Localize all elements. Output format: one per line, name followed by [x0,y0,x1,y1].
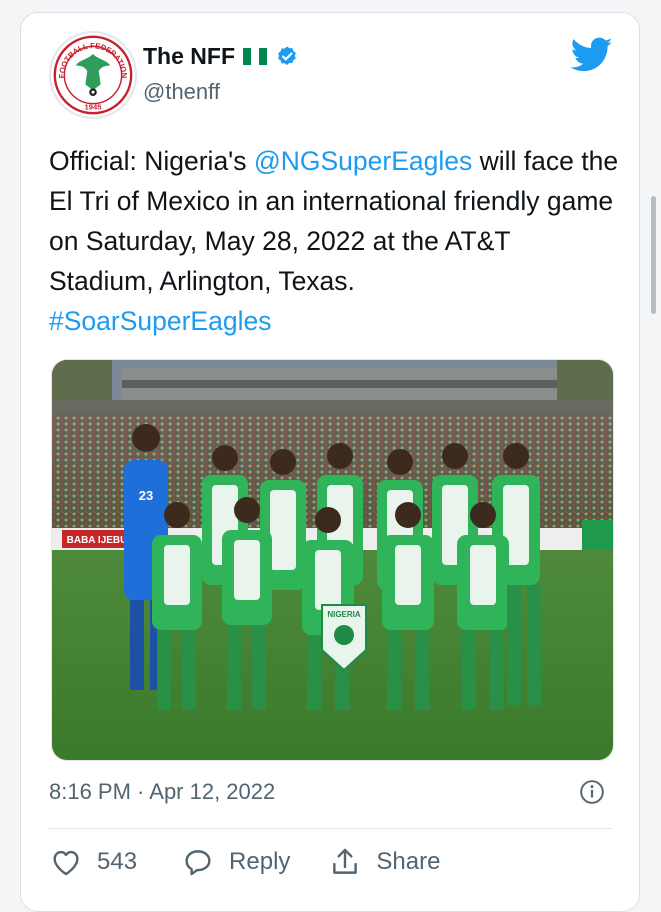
nff-logo: FOOTBALL FEDERATION 1945 [53,35,133,115]
like-button[interactable]: 543 [49,845,137,879]
ad-board-text: BABA IJEBU [67,535,128,546]
tweet-photo[interactable]: BABA IJEBU 23 NIGERIA [51,359,614,761]
account-name-row[interactable]: The NFF [143,43,299,70]
nigeria-flag-icon [243,48,267,65]
share-button[interactable]: Share [328,845,440,879]
reply-label: Reply [229,848,291,875]
team-photo-image: BABA IJEBU 23 NIGERIA [52,360,613,760]
tweet-timestamp[interactable]: 8:16 PM · Apr 12, 2022 [49,779,275,805]
divider [49,828,612,829]
hashtag-link[interactable]: #SoarSuperEagles [49,306,271,336]
twitter-bird-icon[interactable] [571,37,613,73]
mention-link[interactable]: @NGSuperEagles [254,146,472,176]
account-handle[interactable]: @thenff [143,79,220,105]
pennant-text: NIGERIA [327,610,361,619]
tweet-actions: 543 Reply Share [49,845,440,879]
tweet-text: Official: Nigeria's @NGSuperEagles will … [49,141,619,341]
tweet-card: FOOTBALL FEDERATION 1945 The NFF @thenff… [20,12,640,912]
info-icon[interactable] [579,779,605,805]
tweet-text-part: Official: Nigeria's [49,146,254,176]
share-label: Share [376,848,441,875]
heart-icon [53,850,79,876]
share-icon [333,848,358,874]
like-count: 543 [97,848,138,875]
scrollbar[interactable] [651,196,656,314]
verified-badge-icon [278,46,296,65]
svg-text:23: 23 [139,488,153,503]
reply-button[interactable]: Reply [181,845,290,879]
logo-year: 1945 [85,102,103,111]
account-name[interactable]: The NFF [143,43,235,70]
reply-icon [185,850,211,876]
avatar[interactable]: FOOTBALL FEDERATION 1945 [49,31,137,119]
